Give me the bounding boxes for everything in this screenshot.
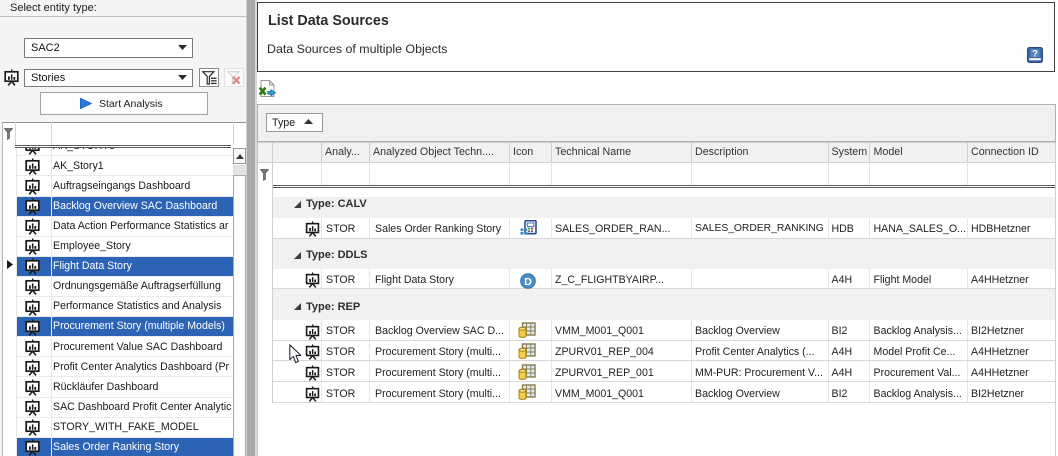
svg-text:?: ? xyxy=(1032,48,1038,59)
svg-text:D: D xyxy=(524,276,532,288)
